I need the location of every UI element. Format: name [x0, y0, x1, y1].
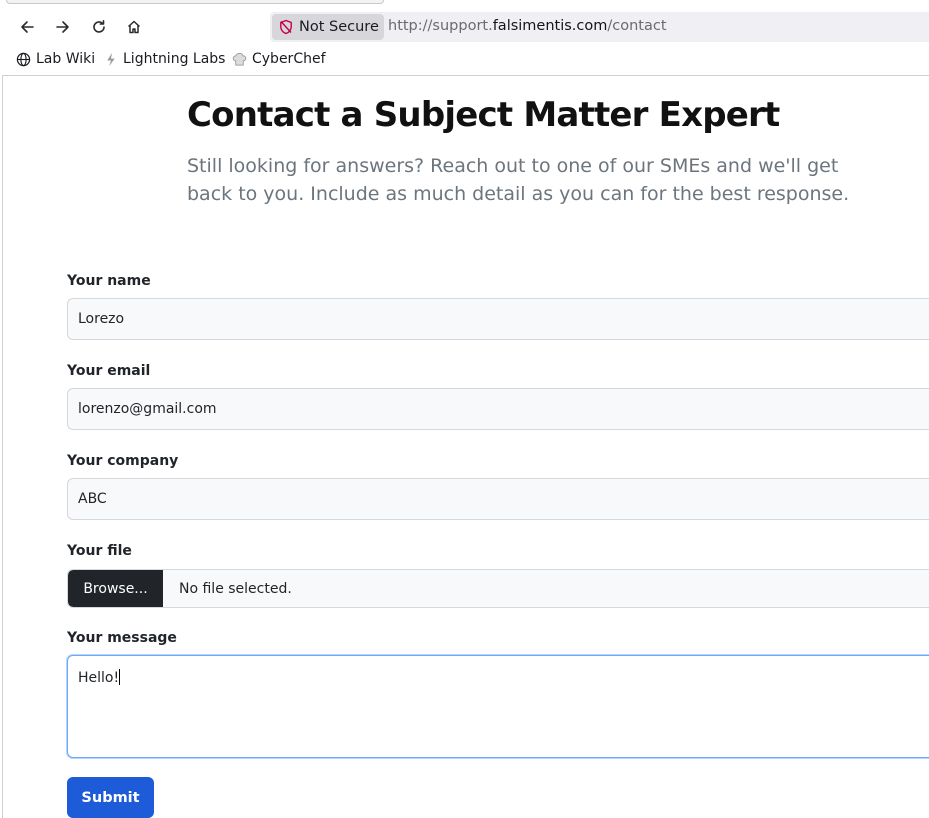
file-status: No file selected.	[179, 580, 292, 597]
home-button[interactable]	[121, 14, 147, 40]
email-input[interactable]: lorenzo@gmail.com	[67, 388, 929, 430]
browse-button[interactable]: Browse...	[68, 570, 163, 607]
name-label: Your name	[67, 273, 151, 289]
arrow-right-icon	[56, 21, 69, 33]
bookmark-label: CyberChef	[252, 51, 326, 67]
browser-window: Not Secure http://support.falsimentis.co…	[0, 0, 929, 818]
email-label: Your email	[67, 363, 151, 379]
back-button[interactable]	[14, 14, 40, 40]
url-prefix: http://support.	[388, 18, 493, 34]
url-text[interactable]: http://support.falsimentis.com/contact	[388, 18, 667, 34]
lightning-labs-icon	[107, 52, 115, 66]
url-path: /contact	[607, 18, 667, 34]
page-lead: Still looking for answers? Reach out to …	[187, 155, 850, 205]
site-security-indicator[interactable]: Not Secure	[272, 14, 384, 40]
bookmark-lab-wiki[interactable]: Lab Wiki	[16, 51, 95, 67]
bookmarks-bar: Lab Wiki Lightning Labs CyberChef	[0, 46, 929, 74]
message-text: Hello!	[78, 670, 120, 686]
message-label: Your message	[67, 630, 177, 646]
message-textarea[interactable]: Hello!	[67, 655, 929, 758]
file-label: Your file	[67, 543, 132, 559]
forward-button[interactable]	[50, 14, 76, 40]
company-label: Your company	[67, 453, 179, 469]
nav-toolbar: Not Secure http://support.falsimentis.co…	[0, 6, 929, 46]
arrow-left-icon	[21, 21, 34, 33]
page-content: Contact a Subject Matter Expert Still lo…	[2, 75, 929, 818]
shield-slash-icon	[280, 19, 292, 35]
submit-button[interactable]: Submit	[67, 777, 154, 818]
bookmark-cyberchef[interactable]: CyberChef	[232, 51, 326, 67]
company-input[interactable]: ABC	[67, 478, 929, 520]
home-icon	[127, 20, 141, 34]
file-input[interactable]: Browse... No file selected.	[67, 569, 929, 608]
active-tab[interactable]	[6, 0, 384, 4]
globe-icon	[16, 52, 31, 66]
bookmark-label: Lab Wiki	[36, 51, 96, 67]
address-bar[interactable]: Not Secure http://support.falsimentis.co…	[270, 12, 929, 42]
bookmark-lightning-labs[interactable]: Lightning Labs	[104, 51, 225, 67]
bookmark-label: Lightning Labs	[123, 51, 226, 67]
security-label: Not Secure	[299, 19, 379, 35]
url-domain: falsimentis.com	[492, 18, 608, 34]
chef-hat-icon	[232, 52, 247, 65]
page-title: Contact a Subject Matter Expert	[187, 95, 780, 135]
reload-button[interactable]	[86, 14, 112, 40]
text-caret	[119, 669, 121, 685]
name-input[interactable]: Lorezo	[67, 298, 929, 340]
reload-icon	[93, 20, 105, 33]
